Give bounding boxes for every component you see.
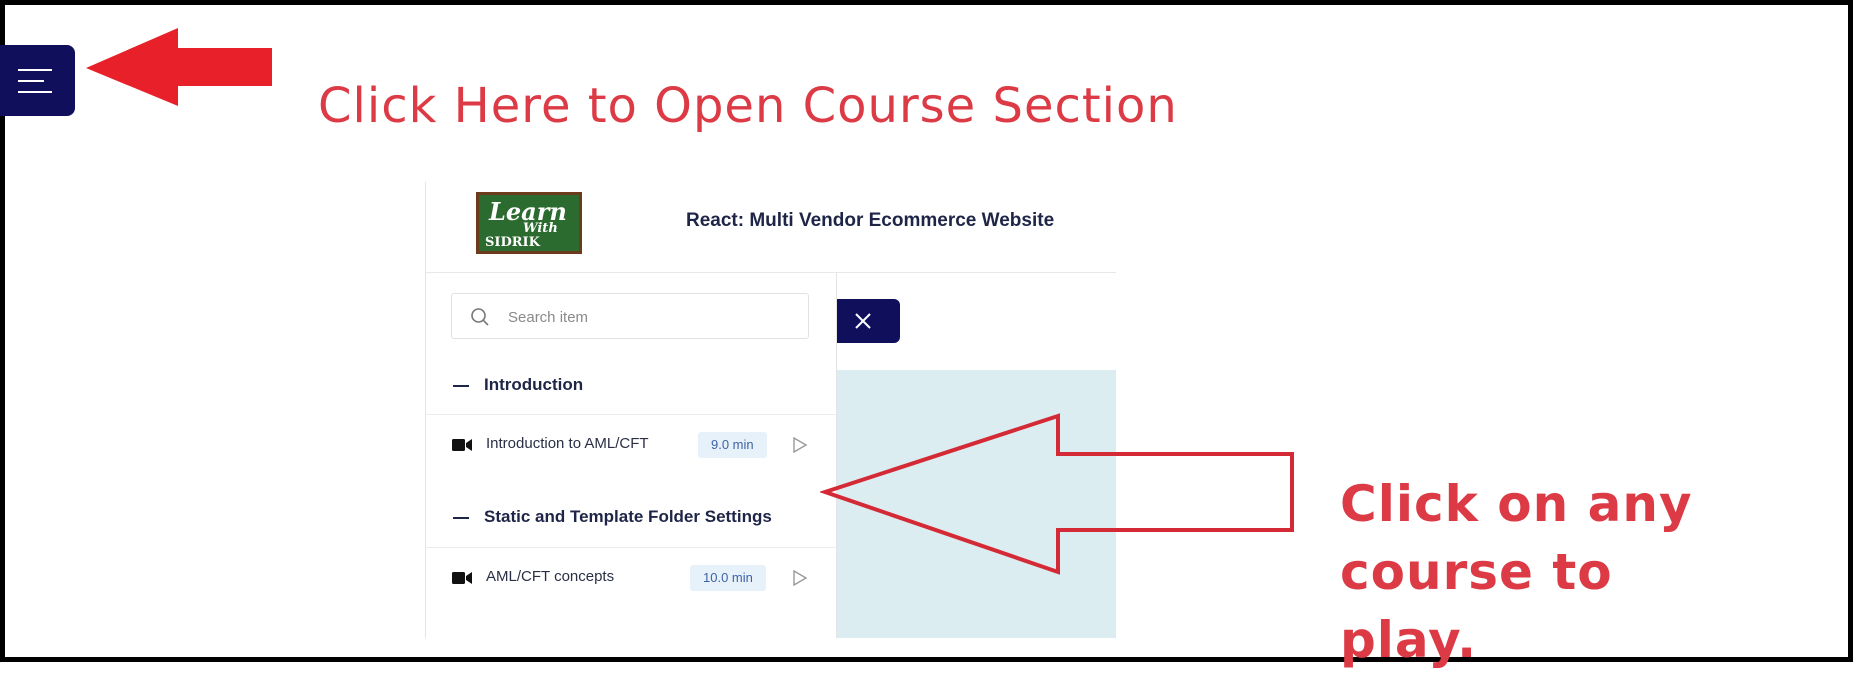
search-box (451, 293, 809, 339)
red-pointer-arrow (86, 28, 272, 106)
duration-badge: 10.0 min (690, 565, 766, 591)
section-static-template[interactable]: Static and Template Folder Settings (426, 490, 836, 546)
duration-badge: 9.0 min (698, 432, 767, 458)
search-input[interactable] (506, 304, 800, 330)
learn-with-sidrik-logo: Learn With SIDRIK (476, 192, 582, 254)
collapse-dash-icon (453, 517, 469, 519)
video-camera-icon (452, 439, 472, 451)
play-course-callout: Click on any course to play. (1340, 475, 1693, 669)
play-icon[interactable] (792, 437, 808, 453)
collapse-dash-icon (453, 385, 469, 387)
menu-toggle-button[interactable] (0, 45, 75, 116)
lesson-title: Introduction to AML/CFT (486, 435, 649, 452)
course-sidebar: Introduction Introduction to AML/CFT 9.0… (426, 273, 837, 638)
outline-pointer-arrow (820, 413, 1294, 575)
close-sidebar-button[interactable] (826, 299, 900, 343)
close-icon (855, 313, 871, 329)
lesson-item[interactable]: Introduction to AML/CFT 9.0 min (426, 414, 836, 475)
section-introduction[interactable]: Introduction (426, 358, 836, 414)
course-title: React: Multi Vendor Ecommerce Website (686, 210, 1055, 231)
menu-icon (18, 68, 52, 71)
course-header: Learn With SIDRIK React: Multi Vendor Ec… (426, 182, 1116, 273)
video-camera-icon (452, 572, 472, 584)
section-label: Introduction (484, 375, 584, 394)
lesson-item[interactable]: AML/CFT concepts 10.0 min (426, 547, 836, 608)
lesson-title: AML/CFT concepts (486, 568, 615, 585)
play-icon[interactable] (792, 570, 808, 586)
search-icon (471, 308, 489, 326)
open-course-callout: Click Here to Open Course Section (318, 78, 1178, 134)
section-label: Static and Template Folder Settings (484, 507, 772, 526)
